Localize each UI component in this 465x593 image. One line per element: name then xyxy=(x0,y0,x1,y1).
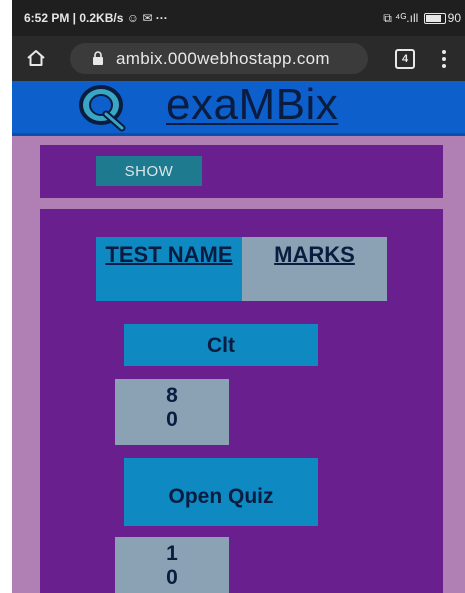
header-marks: MARKS xyxy=(242,237,387,301)
marks-cell: 1 0 xyxy=(115,537,229,593)
site-header: exaMBix xyxy=(12,80,465,136)
battery-level: 90 xyxy=(447,11,461,25)
web-page: exaMBix SHOW TEST NAME MARKS Clt 8 0 Ope… xyxy=(12,80,465,593)
browser-address-bar: ambix.000webhostapp.com 4 xyxy=(12,36,465,81)
results-panel: TEST NAME MARKS Clt 8 0 Open Quiz 1 0 xyxy=(40,209,443,593)
phone-screen: 6:52 PM | 0.2KB/s ☺ ✉ ··· ⧉ ⁴ᴳ.ıll 90 am… xyxy=(12,0,465,593)
site-title-link[interactable]: exaMBix xyxy=(166,80,338,130)
status-bar: 6:52 PM | 0.2KB/s ☺ ✉ ··· ⧉ ⁴ᴳ.ıll 90 xyxy=(12,0,465,36)
quiz-name-button[interactable]: Clt xyxy=(124,324,318,366)
signal-info: ⧉ ⁴ᴳ.ıll xyxy=(383,11,419,25)
url-field[interactable]: ambix.000webhostapp.com xyxy=(70,43,368,74)
quiz-name-button[interactable]: Open Quiz xyxy=(124,458,318,526)
header-test-name: TEST NAME xyxy=(96,237,242,301)
url-text: ambix.000webhostapp.com xyxy=(116,49,330,68)
marks-cell: 8 0 xyxy=(115,379,229,445)
status-time: 6:52 PM | 0.2KB/s ☺ ✉ ··· xyxy=(24,11,168,25)
tab-switcher-button[interactable]: 4 xyxy=(395,49,415,69)
show-button[interactable]: SHOW xyxy=(96,156,202,186)
battery-icon xyxy=(423,13,446,25)
q-logo-icon[interactable] xyxy=(76,82,130,132)
lock-icon xyxy=(93,51,103,65)
overflow-menu-icon[interactable] xyxy=(442,50,446,68)
home-icon[interactable] xyxy=(26,48,46,68)
controls-panel: SHOW xyxy=(40,145,443,198)
status-indicators: ⧉ ⁴ᴳ.ıll 90 xyxy=(383,11,461,26)
